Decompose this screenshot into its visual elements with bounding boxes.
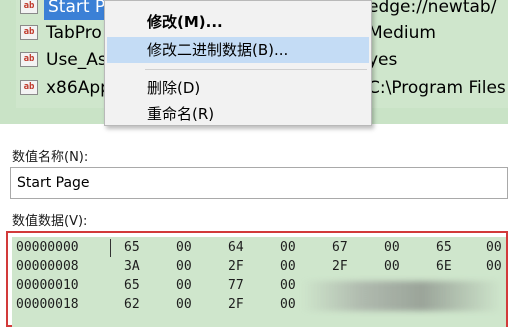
hex-byte: 2F — [228, 259, 244, 274]
string-value-icon: ab — [20, 80, 38, 95]
value-data-label: 数值数据(V): — [12, 214, 88, 229]
value-data: yes — [368, 50, 398, 70]
binary-data-highlight: 00000000 65 00 64 00 67 00 65 00 0000000… — [6, 231, 508, 327]
hex-address: 00000008 — [16, 259, 79, 274]
hex-byte: 64 — [228, 240, 244, 255]
menu-item-modify-binary[interactable]: 修改二进制数据(B)... — [107, 37, 369, 63]
hex-byte: 65 — [436, 240, 452, 255]
value-name-label: 数值名称(N): — [12, 150, 89, 165]
value-data: Medium — [368, 23, 436, 43]
hex-byte: 77 — [228, 278, 244, 293]
hex-byte: 00 — [384, 240, 400, 255]
binary-data-editor[interactable]: 00000000 65 00 64 00 67 00 65 00 0000000… — [12, 237, 506, 327]
hex-byte: 62 — [124, 297, 140, 312]
value-data: edge://newtab/ — [368, 0, 497, 17]
hex-address: 00000000 — [16, 240, 79, 255]
hex-byte: 00 — [176, 278, 192, 293]
menu-separator — [145, 69, 367, 70]
hex-byte: 6E — [436, 259, 452, 274]
hex-byte: 00 — [280, 278, 296, 293]
hex-byte: 00 — [280, 259, 296, 274]
hex-address: 00000010 — [16, 278, 79, 293]
context-menu: 修改(M)... 修改二进制数据(B)... 删除(D) 重命名(R) — [104, 0, 372, 126]
hex-byte: 65 — [124, 278, 140, 293]
hex-byte: 00 — [280, 240, 296, 255]
value-name-field[interactable]: Start Page — [10, 167, 508, 199]
hex-address: 00000018 — [16, 297, 79, 312]
string-value-icon: ab — [20, 25, 38, 40]
menu-item-delete[interactable]: 删除(D) — [107, 75, 369, 101]
hex-byte: 67 — [332, 240, 348, 255]
hex-byte: 00 — [176, 297, 192, 312]
hex-byte: 00 — [384, 259, 400, 274]
hex-byte: 00 — [176, 259, 192, 274]
watermark-blur — [302, 281, 502, 311]
hex-byte: 2F — [228, 297, 244, 312]
hex-byte: 00 — [486, 259, 502, 274]
hex-byte: 2F — [332, 259, 348, 274]
value-name: TabPro — [46, 23, 102, 43]
hex-byte: 3A — [124, 259, 140, 274]
hex-byte: 00 — [176, 240, 192, 255]
string-value-icon: ab — [20, 52, 38, 67]
menu-item-rename[interactable]: 重命名(R) — [107, 101, 369, 127]
hex-row: 00000008 3A 00 2F 00 2F 00 6E 00 — [16, 258, 506, 276]
string-value-icon: ab — [20, 0, 38, 14]
value-name: Use_As — [46, 50, 107, 70]
hex-byte: 00 — [280, 297, 296, 312]
hex-byte: 65 — [124, 240, 140, 255]
value-data: C:\Program Files — [368, 78, 506, 98]
menu-item-modify[interactable]: 修改(M)... — [107, 9, 369, 35]
value-name: x86App — [46, 78, 111, 98]
hex-byte: 00 — [486, 240, 502, 255]
hex-row: 00000000 65 00 64 00 67 00 65 00 — [16, 239, 506, 257]
